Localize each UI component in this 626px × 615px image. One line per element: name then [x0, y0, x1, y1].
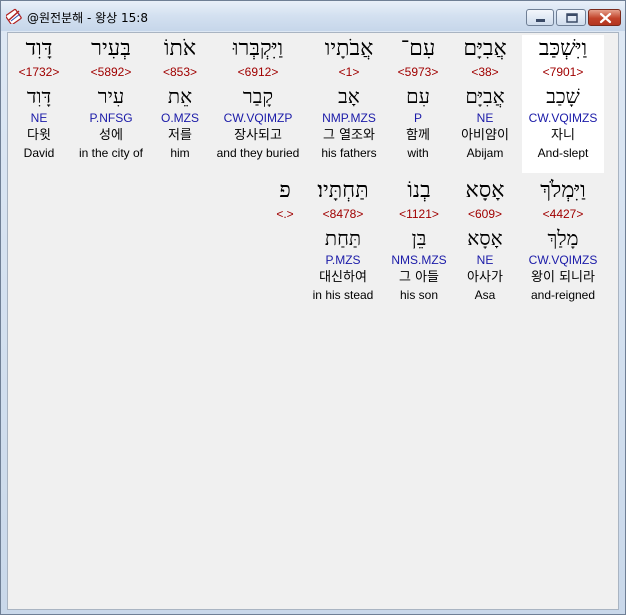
word-cell[interactable]: וַיִּקְבְּרוּ <6912> קָבַר CW.VQIMZP 장사되…: [208, 35, 308, 161]
korean-gloss: 저를: [168, 128, 192, 143]
english-gloss: in the city of: [78, 146, 144, 160]
strong-number[interactable]: <1732>: [10, 63, 68, 81]
word-cell[interactable]: בְּעִיר <5892> עִיר P.NFSG 성에 in the cit…: [71, 35, 151, 161]
hebrew-lemma: שָׁכַב: [546, 84, 580, 108]
hebrew-word[interactable]: וַיִּשְׁכַּב: [522, 35, 604, 63]
strong-number[interactable]: <5892>: [71, 63, 151, 81]
hebrew-lemma: תַּחַת: [324, 226, 362, 250]
korean-gloss: 대신하여: [319, 270, 367, 285]
hebrew-lemma: אֵת: [167, 84, 193, 108]
english-gloss: David: [23, 146, 55, 160]
hebrew-lemma: דָּוִד: [26, 84, 52, 108]
word-cell[interactable]: וַיִּמְלֹךְ <4427> מָלַךְ CW.VQIMZS 왕이 되…: [517, 177, 609, 303]
morph-code: NMS.MZS: [391, 253, 447, 267]
hebrew-lemma: בֵּן: [411, 226, 427, 250]
word-cell[interactable]: אֲבֹתָיו <1> אָב NMP.MZS 그 열조와 his fathe…: [308, 35, 390, 161]
hebrew-lemma: אָב: [338, 84, 360, 108]
app-window: @원전분해 - 왕상 15:8 וַיִּשְׁכַּב <7901> שָׁכ…: [0, 0, 626, 615]
hebrew-word[interactable]: בְנוֹ: [378, 177, 460, 205]
english-gloss: him: [170, 146, 190, 160]
morph-code: CW.VQIMZS: [528, 253, 598, 267]
korean-gloss: 장사되고: [234, 128, 282, 143]
word-cell[interactable]: דָּוִד <1732> דָּוִד NE 다윗 David: [10, 35, 68, 161]
hebrew-lemma: מָלַךְ: [547, 226, 579, 250]
word-cell[interactable]: פ <.>: [264, 177, 306, 223]
strong-number[interactable]: <8478>: [300, 205, 386, 223]
english-gloss: his fathers: [321, 146, 377, 160]
korean-gloss: 성에: [99, 128, 123, 143]
hebrew-lemma: קָבַר: [242, 84, 274, 108]
hebrew-word[interactable]: בְּעִיר: [71, 35, 151, 63]
window-title: @원전분해 - 왕상 15:8: [27, 11, 148, 25]
hebrew-word[interactable]: וַיִּקְבְּרוּ: [208, 35, 308, 63]
morph-code: CW.VQIMZP: [223, 111, 293, 125]
korean-gloss: 그 열조와: [323, 128, 375, 143]
english-gloss: and-reigned: [530, 288, 596, 302]
maximize-button[interactable]: [556, 9, 586, 26]
strong-number[interactable]: <4427>: [517, 205, 609, 223]
hebrew-lemma: עִיר: [97, 84, 125, 108]
korean-gloss: 그 아들: [398, 270, 439, 285]
strong-number[interactable]: <.>: [264, 205, 306, 223]
hebrew-word[interactable]: וַיִּמְלֹךְ: [517, 177, 609, 205]
word-cell[interactable]: וַיִּשְׁכַּב <7901> שָׁכַב CW.VQIMZS 자니 …: [522, 35, 604, 173]
word-cell[interactable]: בְנוֹ <1121> בֵּן NMS.MZS 그 아들 his son: [378, 177, 460, 303]
maximize-icon: [566, 13, 578, 23]
morph-code: CW.VQIMZS: [528, 111, 598, 125]
strong-number[interactable]: <1121>: [378, 205, 460, 223]
minimize-button[interactable]: [526, 9, 554, 26]
close-button[interactable]: [588, 9, 621, 26]
hebrew-word[interactable]: דָּוִד: [10, 35, 68, 63]
hebrew-word[interactable]: אֹתוֹ: [148, 35, 212, 63]
bible-app-icon[interactable]: [5, 8, 22, 26]
verse-analysis-panel: וַיִּשְׁכַּב <7901> שָׁכַב CW.VQIMZS 자니 …: [7, 32, 619, 610]
korean-gloss: 자니: [551, 128, 575, 143]
hebrew-word[interactable]: אֲבֹתָיו: [308, 35, 390, 63]
minimize-icon: [536, 19, 545, 22]
title-bar[interactable]: @원전분해 - 왕상 15:8: [1, 1, 625, 31]
hebrew-word[interactable]: תַּחְתָּיו׃: [300, 177, 386, 205]
morph-code: NE: [30, 111, 48, 125]
korean-gloss: 다윗: [27, 128, 51, 143]
english-gloss: And-slept: [537, 146, 589, 160]
english-gloss: in his stead: [312, 288, 374, 302]
hebrew-word[interactable]: פ: [264, 177, 306, 205]
strong-number[interactable]: <1>: [308, 63, 390, 81]
morph-code: O.MZS: [161, 111, 199, 125]
word-cell[interactable]: אֹתוֹ <853> אֵת O.MZS 저를 him: [148, 35, 212, 161]
morph-code: NMP.MZS: [322, 111, 376, 125]
strong-number[interactable]: <853>: [148, 63, 212, 81]
close-icon: [599, 12, 612, 24]
strong-number[interactable]: <7901>: [522, 63, 604, 81]
word-cell[interactable]: תַּחְתָּיו׃ <8478> תַּחַת P.MZS 대신하여 in …: [300, 177, 386, 303]
korean-gloss: 왕이 되니라: [531, 270, 595, 285]
morph-code: P.MZS: [325, 253, 361, 267]
english-gloss: his son: [399, 288, 439, 302]
morph-code: P.NFSG: [89, 111, 133, 125]
english-gloss: and they buried: [216, 146, 300, 160]
strong-number[interactable]: <6912>: [208, 63, 308, 81]
